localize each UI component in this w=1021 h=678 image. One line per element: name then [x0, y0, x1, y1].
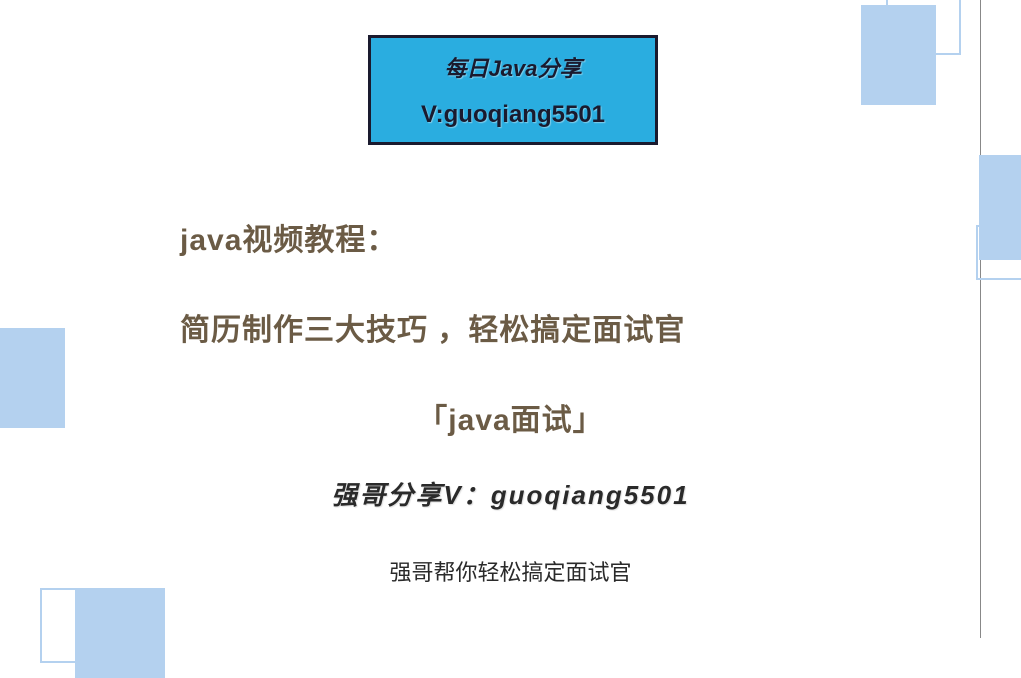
decoration-square — [75, 588, 165, 678]
vertical-divider — [980, 0, 981, 638]
main-title-line1: java视频教程： — [180, 215, 397, 259]
footer-tagline: 强哥帮你轻松搞定面试官 — [0, 555, 1021, 587]
subtitle-contact: 强哥分享V：guoqiang5501 — [0, 475, 1021, 512]
header-contact: V:guoqiang5501 — [421, 101, 605, 129]
header-banner: 每日Java分享 V:guoqiang5501 — [368, 35, 658, 145]
header-title: 每日Java分享 — [445, 51, 582, 83]
main-title-line2: 简历制作三大技巧 ，轻松搞定面试官 — [180, 305, 685, 349]
decoration-square-outline — [886, 0, 961, 55]
decoration-square-outline — [976, 225, 1021, 280]
main-title-line3: 「java面试」 — [0, 395, 1021, 439]
